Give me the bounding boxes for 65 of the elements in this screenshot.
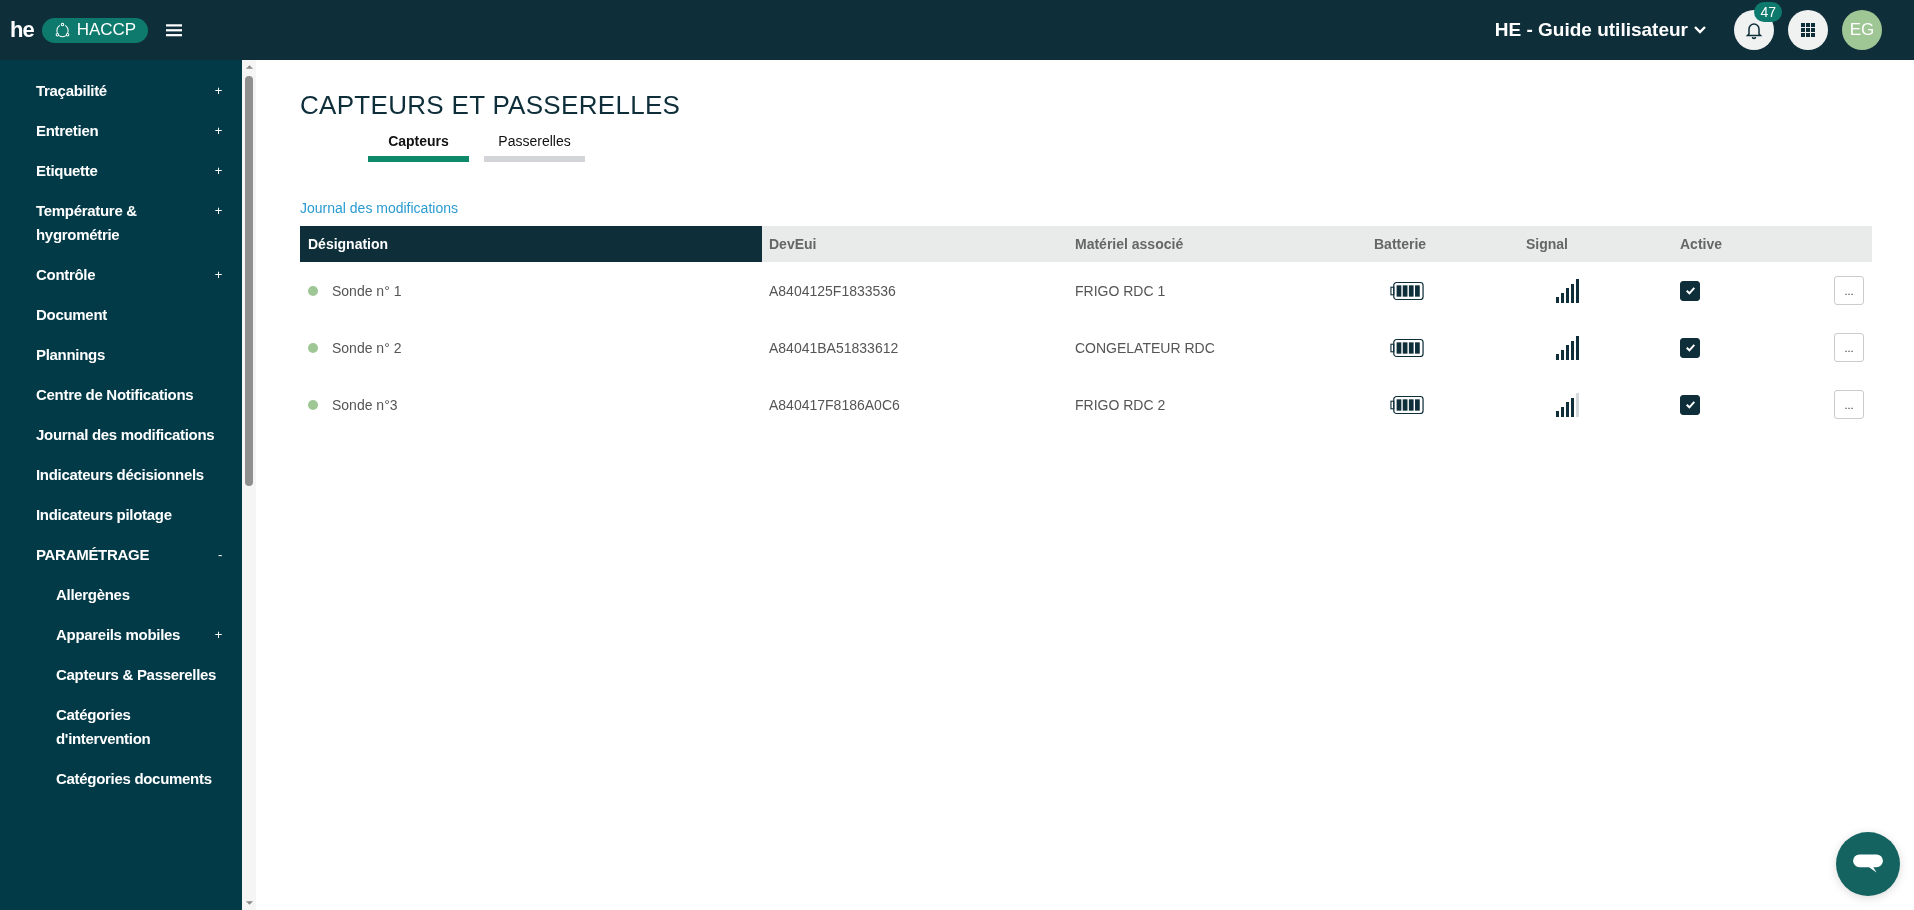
scroll-down-icon[interactable] (244, 900, 254, 906)
status-dot (308, 342, 318, 353)
sidebar-item[interactable]: Plannings (0, 335, 242, 375)
sidebar-item[interactable]: Indicateurs décisionnels (0, 455, 242, 495)
column-header: DevEui (768, 235, 818, 254)
table-cell: A840417F8186A0C6 (769, 396, 900, 413)
table-cell: CONGELATEUR RDC (1075, 339, 1215, 356)
column-header: Batterie (1374, 235, 1428, 254)
check-icon (1683, 284, 1697, 297)
sidebar-item[interactable]: Contrôle + (0, 255, 242, 295)
sidebar-subitem[interactable]: Catégories documents (0, 759, 242, 799)
scrollbar[interactable] (242, 60, 256, 910)
active-checkbox[interactable] (1680, 394, 1700, 415)
status-dot (308, 285, 318, 296)
grid-icon (1801, 23, 1815, 37)
table-cell: A84041BA51833612 (769, 339, 899, 356)
logo-text[interactable]: he (10, 17, 34, 43)
table-cell: Sonde n°3 (332, 396, 398, 413)
sidebar-subitem[interactable]: Catégories d'intervention (0, 695, 242, 759)
sidebar-item[interactable]: Traçabilité + (0, 71, 242, 111)
sidebar-item[interactable]: Etiquette + (0, 151, 242, 191)
sidebar-item[interactable]: Centre de Notifications (0, 375, 242, 415)
tab[interactable]: Capteurs (368, 133, 469, 162)
active-checkbox[interactable] (1680, 280, 1700, 301)
battery-icon (1390, 394, 1424, 415)
site-selector[interactable]: HE - Guide utilisateur (1494, 19, 1706, 41)
bell-icon (1744, 20, 1764, 40)
status-dot (308, 399, 318, 410)
column-header: Signal (1526, 235, 1569, 254)
table-cell: FRIGO RDC 2 (1075, 396, 1166, 413)
check-icon (1683, 398, 1697, 411)
chevron-down-icon (1694, 26, 1706, 34)
sidebar-subitem[interactable]: Allergènes (0, 575, 242, 615)
notification-count: 47 (1754, 2, 1782, 22)
sidebar-item[interactable]: Document (0, 295, 242, 335)
table-cell: FRIGO RDC 1 (1075, 282, 1166, 299)
scrollbar-thumb[interactable] (245, 76, 253, 486)
column-header: Matériel associé (1074, 235, 1185, 254)
active-checkbox[interactable] (1680, 337, 1700, 358)
tab[interactable]: Passerelles (484, 133, 585, 162)
sidebar-subitem[interactable]: Capteurs & Passerelles (0, 655, 242, 695)
battery-icon (1390, 280, 1424, 301)
chat-button[interactable] (1836, 832, 1900, 896)
app-badge[interactable]: HACCP (41, 17, 149, 43)
more-button[interactable]: ... (1834, 333, 1864, 362)
column-header: Désignation (300, 226, 762, 262)
table-cell: Sonde n° 2 (332, 339, 402, 356)
sidebar-item[interactable]: Entretien + (0, 111, 242, 151)
scroll-up-icon[interactable] (244, 64, 254, 70)
page-title: CAPTEURS ET PASSERELLES (300, 90, 682, 121)
table-cell: A8404125F1833536 (769, 282, 896, 299)
apps-button[interactable] (1788, 10, 1828, 50)
battery-icon (1390, 337, 1424, 358)
more-button[interactable]: ... (1834, 390, 1864, 419)
sidebar-subitem[interactable]: Appareils mobiles + (0, 615, 242, 655)
cycle-icon (53, 21, 71, 39)
sidebar-item[interactable]: Température & hygrométrie + (0, 191, 242, 255)
sidebar-item[interactable]: PARAMÉTRAGE - (0, 535, 242, 575)
check-icon (1683, 341, 1697, 354)
menu-icon[interactable] (166, 23, 183, 37)
sidebar-item[interactable]: Journal des modifications (0, 415, 242, 455)
column-header: Active (1680, 235, 1724, 254)
sidebar-item[interactable]: Indicateurs pilotage (0, 495, 242, 535)
table-cell: Sonde n° 1 (332, 282, 402, 299)
more-button[interactable]: ... (1834, 276, 1864, 305)
